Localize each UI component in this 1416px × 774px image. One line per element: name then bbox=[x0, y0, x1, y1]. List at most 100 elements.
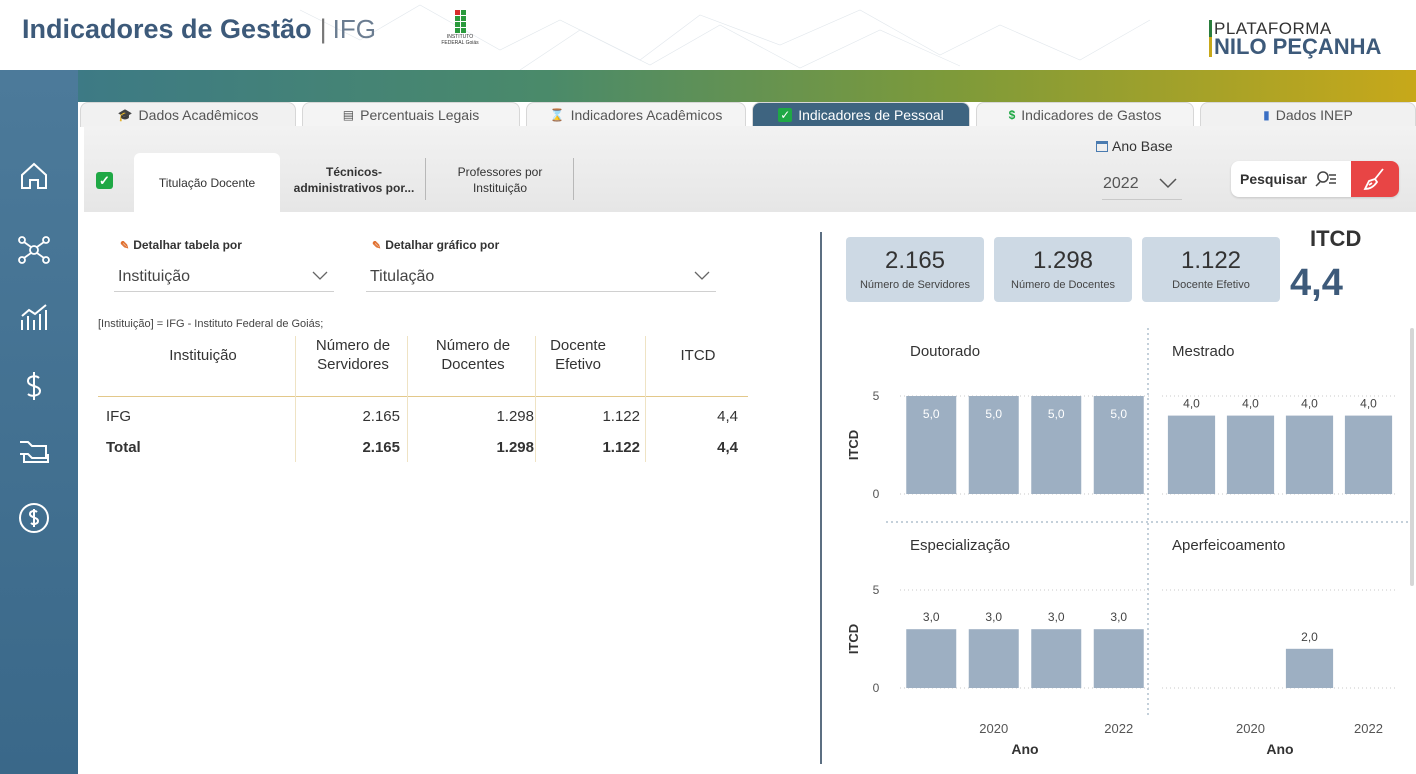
itcd-value: 4,4 bbox=[1290, 262, 1343, 304]
chevron-down-icon bbox=[312, 271, 328, 280]
table-cell: 1.122 bbox=[602, 408, 640, 425]
sidebar bbox=[0, 70, 78, 774]
brand-logo: PLATAFORMA NILO PEÇANHA bbox=[1209, 20, 1414, 58]
ifg-logo-text: INSTITUTO FEDERAL Goiás bbox=[441, 34, 479, 46]
tab-label: Dados Acadêmicos bbox=[138, 107, 259, 123]
bar-data-label: 3,0 bbox=[1048, 610, 1065, 624]
subtab-label-line1: Técnicos- bbox=[325, 165, 382, 179]
scrollbar[interactable] bbox=[1410, 328, 1414, 586]
y-tick-label: 5 bbox=[873, 583, 880, 597]
x-tick-label: 2022 bbox=[1354, 721, 1383, 736]
kpi-value: 1.298 bbox=[1032, 247, 1094, 274]
bar-data-label: 5,0 bbox=[1110, 407, 1127, 421]
pesquisar-button[interactable]: Pesquisar bbox=[1231, 161, 1399, 197]
tab-percentuais-legais[interactable]: ▤ Percentuais Legais bbox=[302, 102, 520, 127]
column-header-docentes[interactable]: Número de Docentes bbox=[418, 336, 528, 374]
column-header-itcd[interactable]: ITCD bbox=[658, 346, 738, 365]
total-cell: 2.165 bbox=[362, 439, 400, 456]
tab-indicadores-gastos[interactable]: $ Indicadores de Gastos bbox=[976, 102, 1194, 127]
bar bbox=[1344, 415, 1393, 494]
x-tick-label: 2022 bbox=[1104, 721, 1133, 736]
subtab-tecnicos[interactable]: Técnicos- administrativos por... bbox=[288, 155, 420, 205]
network-icon[interactable] bbox=[16, 232, 52, 268]
filter-bar bbox=[84, 126, 1416, 212]
y-tick-label: 0 bbox=[873, 681, 880, 695]
y-axis-label: ITCD bbox=[846, 430, 861, 460]
column-header-instituicao[interactable]: Instituição bbox=[138, 346, 268, 365]
table-cell: 1.298 bbox=[496, 408, 534, 425]
refresh-money-icon[interactable] bbox=[16, 500, 52, 536]
kpi-value: 1.122 bbox=[1180, 247, 1242, 274]
subtab-professores[interactable]: Professores por Instituição bbox=[428, 155, 572, 205]
tab-indicadores-pessoal[interactable]: ✓ Indicadores de Pessoal bbox=[752, 102, 970, 127]
subtab-titulacao-docente[interactable]: Titulação Docente bbox=[134, 153, 280, 212]
hourglass-icon: ⌛ bbox=[549, 108, 565, 122]
page-title: Indicadores de Gestão | IFG bbox=[22, 14, 376, 45]
graduation-cap-icon: 🎓 bbox=[117, 108, 133, 122]
column-separator bbox=[645, 336, 646, 462]
detalhar-grafico-dropdown[interactable]: Titulação bbox=[366, 262, 716, 292]
bar bbox=[1226, 415, 1275, 494]
header-line1: Docente bbox=[550, 337, 606, 354]
broom-icon bbox=[1363, 168, 1384, 190]
subtab-separator bbox=[573, 158, 574, 200]
clear-filters-button[interactable] bbox=[1351, 161, 1399, 197]
dropdown-value: Instituição bbox=[118, 268, 191, 285]
kpi-value: 2.165 bbox=[884, 247, 946, 274]
tab-label: Indicadores de Pessoal bbox=[798, 107, 944, 123]
dollar-sign-icon: $ bbox=[1008, 108, 1016, 122]
tab-indicadores-academicos[interactable]: ⌛ Indicadores Acadêmicos bbox=[526, 102, 746, 127]
filter-context-text: [Instituição] = IFG - Instituto Federal … bbox=[98, 318, 324, 330]
detalhar-grafico-text: Detalhar gráfico por bbox=[385, 238, 500, 252]
chevron-down-icon bbox=[694, 271, 710, 280]
column-header-efetivo[interactable]: Docente Efetivo bbox=[538, 336, 618, 374]
header: Indicadores de Gestão | IFG INSTITUTO FEDE… bbox=[0, 0, 1416, 70]
bar-data-label: 5,0 bbox=[923, 407, 940, 421]
bar-data-label: 4,0 bbox=[1301, 397, 1318, 411]
document-icon: ▤ bbox=[342, 108, 355, 122]
panel-divider bbox=[820, 232, 822, 764]
tab-dados-academicos[interactable]: 🎓 Dados Acadêmicos bbox=[80, 102, 296, 127]
bar-chart-icon: ▮ bbox=[1263, 108, 1270, 122]
ano-base-value[interactable]: 2022 bbox=[1103, 175, 1139, 193]
subtab-label-line2: Instituição bbox=[472, 181, 527, 195]
dropdown-value: Titulação bbox=[370, 268, 435, 285]
chart-icon[interactable] bbox=[16, 300, 52, 336]
tab-label: Percentuais Legais bbox=[360, 107, 480, 123]
chevron-down-icon[interactable] bbox=[1158, 177, 1178, 189]
kpi-label: Número de Servidores bbox=[859, 279, 971, 291]
bar-data-label: 2,0 bbox=[1301, 630, 1318, 644]
dollar-icon[interactable] bbox=[16, 368, 52, 404]
check-icon[interactable]: ✓ bbox=[96, 172, 113, 189]
detalhar-tabela-dropdown[interactable]: Instituição bbox=[114, 262, 334, 292]
total-cell: 1.122 bbox=[602, 439, 640, 456]
panel-title: Especialização bbox=[910, 537, 1010, 554]
header-line2: Servidores bbox=[317, 356, 389, 373]
kpi-label: Docente Efetivo bbox=[1172, 279, 1250, 291]
subtab-label-line1: Professores por bbox=[457, 165, 543, 179]
detalhar-tabela-text: Detalhar tabela por bbox=[133, 238, 242, 252]
edit-icon: ✎ bbox=[120, 240, 130, 252]
card-icon[interactable] bbox=[16, 434, 52, 470]
tab-bar: 🎓 Dados Acadêmicos ▤ Percentuais Legais … bbox=[80, 102, 1416, 127]
column-header-servidores[interactable]: Número de Servidores bbox=[298, 336, 408, 374]
bar bbox=[1031, 629, 1082, 688]
ano-base-underline bbox=[1102, 199, 1182, 200]
detalhar-tabela-label: ✎ Detalhar tabela por bbox=[120, 238, 242, 252]
bar bbox=[1285, 415, 1334, 494]
home-icon[interactable] bbox=[16, 158, 52, 194]
bar bbox=[906, 629, 957, 688]
table-cell: 2.165 bbox=[362, 408, 400, 425]
ifg-logo-icon bbox=[455, 10, 466, 33]
bar bbox=[1167, 415, 1216, 494]
bar bbox=[968, 629, 1019, 688]
header-divider bbox=[98, 396, 748, 397]
search-list-icon bbox=[1315, 171, 1336, 187]
header-line1: Número de bbox=[315, 337, 391, 354]
table-cell: 4,4 bbox=[717, 408, 738, 425]
bar-data-label: 3,0 bbox=[985, 610, 1002, 624]
subtab-separator bbox=[425, 158, 426, 200]
detalhar-grafico-label: ✎ Detalhar gráfico por bbox=[372, 238, 499, 252]
tab-dados-inep[interactable]: ▮ Dados INEP bbox=[1200, 102, 1416, 127]
y-tick-label: 5 bbox=[873, 389, 880, 403]
